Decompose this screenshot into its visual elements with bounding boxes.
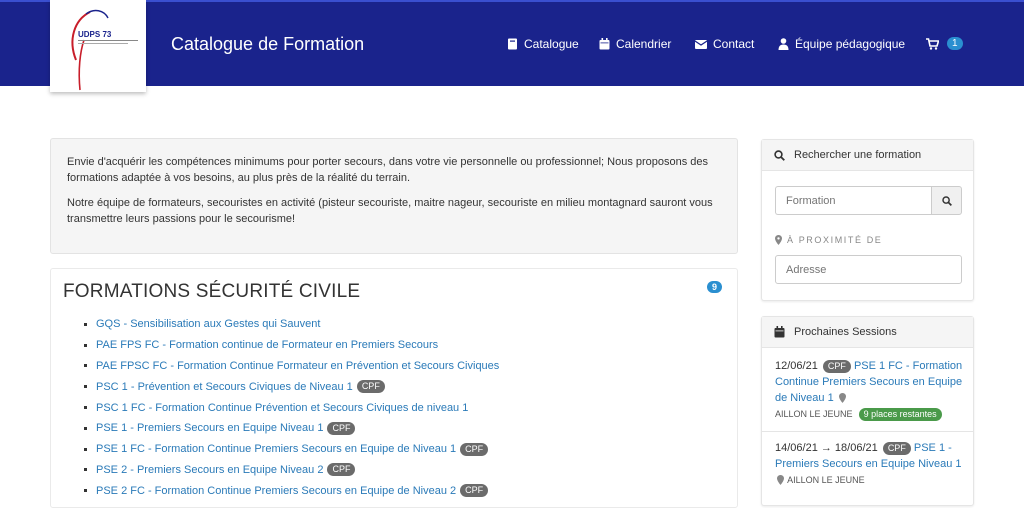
envelope-icon [695, 39, 707, 49]
map-marker-icon [775, 235, 782, 245]
session-date: 12/06/21 [775, 360, 818, 372]
logo-text: UDPS 73 [78, 30, 112, 39]
nav-contact[interactable]: Contact [695, 37, 754, 51]
nav-calendrier-label: Calendrier [616, 37, 672, 51]
course-item[interactable]: PSE 1 FC - Formation Continue Premiers S… [84, 439, 499, 460]
course-link[interactable]: GQS - Sensibilisation aux Gestes qui Sau… [96, 318, 320, 330]
session-location: AILLON LE JEUNE [775, 409, 853, 419]
course-item[interactable]: PSC 1 FC - Formation Continue Prévention… [84, 397, 499, 418]
formation-search-input[interactable] [775, 186, 931, 215]
intro-box: Envie d'acquérir les compétences minimum… [50, 138, 738, 254]
cpf-badge: CPF [327, 421, 356, 435]
top-navbar: Catalogue de Formation Catalogue Calendr… [0, 0, 1024, 86]
calendar-icon [599, 38, 610, 50]
sessions-panel-title: Prochaines Sessions [794, 326, 897, 338]
search-icon [774, 149, 785, 161]
session-date: 14/06/21 → 18/06/21 [775, 442, 878, 454]
places-remaining-badge: 9 places restantes [858, 408, 942, 421]
course-item[interactable]: PSE 2 - Premiers Secours en Equipe Nivea… [84, 460, 499, 481]
site-title[interactable]: Catalogue de Formation [171, 34, 364, 55]
cart-button[interactable]: 1 [926, 37, 963, 50]
course-link[interactable]: PSE 1 - Premiers Secours en Equipe Nivea… [96, 422, 323, 434]
catalog-section: FORMATIONS SÉCURITÉ CIVILE 9 GQS - Sensi… [50, 268, 738, 508]
course-link[interactable]: PSE 2 FC - Formation Continue Premiers S… [96, 485, 456, 497]
search-panel-title: Rechercher une formation [794, 149, 922, 161]
nav-equipe[interactable]: Équipe pédagogique [778, 37, 905, 51]
cpf-badge: CPF [460, 442, 489, 456]
course-item[interactable]: PAE FPS FC - Formation continue de Forma… [84, 335, 499, 356]
course-item[interactable]: PSE 1 - Premiers Secours en Equipe Nivea… [84, 418, 499, 439]
session-item: 12/06/21 CPF PSE 1 FC - Formation Contin… [775, 358, 965, 422]
cpf-badge: CPF [822, 360, 851, 373]
map-marker-icon [777, 475, 784, 486]
cpf-badge: CPF [460, 484, 489, 498]
logo-swoosh-icon [71, 9, 138, 91]
search-panel-header: Rechercher une formation [762, 140, 973, 171]
site-logo[interactable]: UDPS 73 [50, 0, 146, 92]
course-list: GQS - Sensibilisation aux Gestes qui Sau… [84, 314, 499, 501]
cpf-badge: CPF [882, 442, 911, 455]
course-item[interactable]: PSC 1 - Prévention et Secours Civiques d… [84, 376, 499, 397]
session-item: 14/06/21 → 18/06/21 CPF PSE 1 - Premiers… [775, 440, 965, 488]
catalog-count-badge: 9 [707, 281, 723, 293]
course-link[interactable]: PSC 1 FC - Formation Continue Prévention… [96, 402, 468, 414]
course-link[interactable]: PSE 2 - Premiers Secours en Equipe Nivea… [96, 464, 323, 476]
search-button[interactable] [931, 186, 962, 215]
course-link[interactable]: PSE 1 FC - Formation Continue Premiers S… [96, 443, 456, 455]
course-link[interactable]: PAE FPS FC - Formation continue de Forma… [96, 339, 438, 351]
proximity-label: À PROXIMITÉ DE [775, 235, 882, 245]
course-item[interactable]: PSE 2 FC - Formation Continue Premiers S… [84, 480, 499, 501]
nav-catalogue[interactable]: Catalogue [507, 37, 579, 51]
cart-count-badge: 1 [947, 37, 963, 50]
sessions-panel: Prochaines Sessions 12/06/21 CPF PSE 1 F… [761, 316, 974, 506]
course-item[interactable]: PAE FPSC FC - Formation Continue Formate… [84, 356, 499, 377]
course-link[interactable]: PSC 1 - Prévention et Secours Civiques d… [96, 381, 353, 393]
course-item[interactable]: GQS - Sensibilisation aux Gestes qui Sau… [84, 314, 499, 335]
course-link[interactable]: PAE FPSC FC - Formation Continue Formate… [96, 360, 499, 372]
user-icon [778, 38, 789, 50]
cart-icon [926, 37, 939, 50]
proximity-label-text: À PROXIMITÉ DE [787, 235, 883, 245]
sessions-panel-header: Prochaines Sessions [762, 317, 973, 348]
cpf-badge: CPF [356, 380, 385, 394]
intro-paragraph-1: Envie d'acquérir les compétences minimum… [67, 156, 709, 184]
nav-calendrier[interactable]: Calendrier [599, 37, 671, 51]
search-icon [941, 195, 952, 206]
book-icon [508, 38, 517, 50]
session-divider [762, 431, 973, 432]
cpf-badge: CPF [327, 463, 356, 477]
catalog-title: FORMATIONS SÉCURITÉ CIVILE [63, 281, 361, 302]
nav-equipe-label: Équipe pédagogique [795, 37, 906, 51]
map-marker-icon [838, 393, 846, 404]
search-panel: Rechercher une formation À PROXIMITÉ DE [761, 139, 974, 301]
address-input[interactable] [775, 255, 962, 284]
nav-contact-label: Contact [713, 37, 755, 51]
session-location: AILLON LE JEUNE [787, 475, 865, 485]
intro-paragraph-2: Notre équipe de formateurs, secouristes … [67, 197, 713, 225]
calendar-icon [774, 326, 785, 338]
nav-catalogue-label: Catalogue [524, 37, 579, 51]
